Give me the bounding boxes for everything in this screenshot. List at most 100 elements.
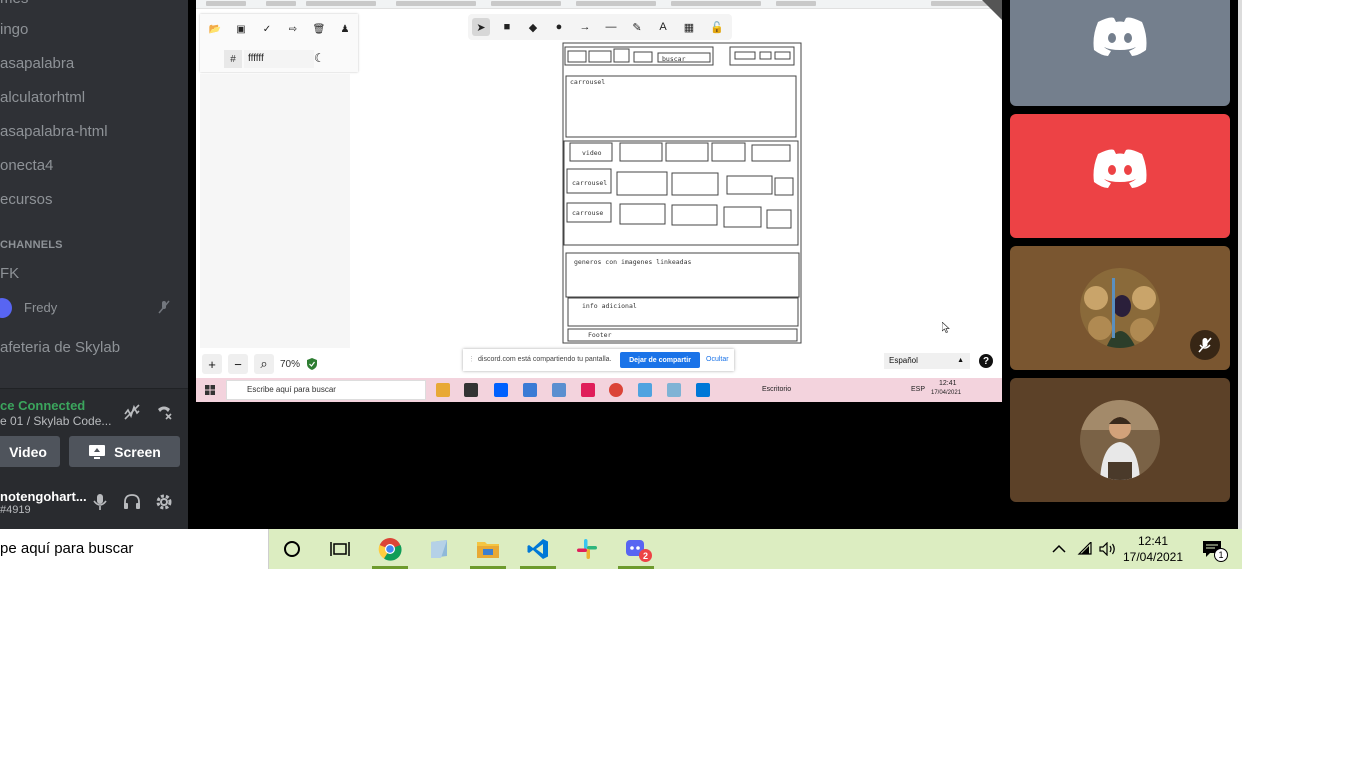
pointer-icon[interactable]: ➤ [472, 18, 490, 36]
language-select[interactable]: Español ▲ [884, 353, 970, 369]
mic-muted-icon [158, 300, 170, 314]
chrome-icon [378, 538, 402, 561]
users-icon[interactable]: ♟ [336, 20, 354, 38]
discord-badge: 2 [639, 549, 652, 562]
pencil-icon[interactable]: ✎ [628, 18, 646, 36]
voice-channel-item[interactable]: afeteria de Skylab [0, 339, 120, 356]
text-icon[interactable]: A [654, 18, 672, 36]
paint-icon [431, 540, 447, 558]
wireframe-drawing[interactable]: buscar carrousel video carrousel carrous… [562, 42, 803, 345]
screen-share-icon [89, 444, 106, 459]
moon-icon[interactable]: ☾ [314, 51, 325, 65]
gear-icon[interactable] [154, 492, 174, 512]
import-icon[interactable]: ⇨ [284, 20, 302, 38]
screen-share-button[interactable]: Screen [69, 436, 180, 467]
vscode-icon [527, 539, 548, 559]
participant-tile[interactable] [1010, 246, 1230, 370]
taskbar-search-text: pe aquí para buscar [0, 540, 134, 557]
slack-taskbar-button[interactable] [563, 529, 611, 569]
remote-lang-label: ESP [911, 386, 926, 393]
line-icon[interactable]: — [602, 18, 620, 36]
speaker-icon [1099, 542, 1115, 556]
video-button[interactable]: Video [0, 436, 60, 467]
network-button[interactable] [1073, 529, 1097, 569]
shared-screen-stream[interactable]: 📂 ▣ ✓ ⇨ 🗑 ♟ # ffffff ☾ ➤ ■ ◆ ● → — ✎ A ▦… [196, 0, 1002, 402]
hide-link[interactable]: Ocultar [706, 356, 729, 363]
wire-video-label: video [582, 149, 602, 157]
wire-search-label: buscar [662, 55, 686, 63]
show-hidden-icons-button[interactable] [1046, 529, 1072, 569]
channel-item[interactable]: alculatorhtml [0, 89, 85, 106]
voice-participant[interactable]: Fredy [0, 296, 188, 320]
clock[interactable]: 12:41 17/04/2021 [1120, 533, 1186, 565]
vscode-taskbar-button[interactable] [514, 529, 562, 569]
shape-toolbar: ➤ ■ ◆ ● → — ✎ A ▦ 🔓 [468, 14, 732, 40]
discord-taskbar-button[interactable]: 2 [612, 529, 660, 569]
drag-handle-icon[interactable]: ⋮ [468, 355, 475, 363]
help-icon[interactable]: ? [979, 354, 993, 368]
participant-tile[interactable] [1010, 378, 1230, 502]
clock-time: 12:41 [1137, 534, 1169, 548]
task-view-button[interactable] [316, 529, 364, 569]
screen-share-notice: ⋮ discord.com está compartiendo tu panta… [463, 349, 734, 371]
channel-partial[interactable]: mes [0, 0, 28, 7]
lock-icon[interactable]: 🔓 [708, 18, 726, 36]
headphones-icon[interactable] [122, 492, 142, 512]
username[interactable]: notengohart... [0, 489, 87, 504]
cortana-button[interactable] [268, 529, 316, 569]
avatar [1080, 268, 1160, 348]
chevron-up-icon [1052, 544, 1066, 553]
participant-tile[interactable] [1010, 114, 1230, 238]
wifi-icon [1077, 542, 1092, 555]
corner-fold-icon [982, 0, 1002, 20]
folder-icon [477, 542, 499, 558]
notification-center-button[interactable]: 1 [1192, 529, 1232, 569]
discord-logo-icon [1093, 17, 1147, 56]
mouse-cursor-icon [942, 322, 950, 333]
export-icon[interactable]: ✓ [258, 20, 276, 38]
ellipse-icon[interactable]: ● [550, 18, 568, 36]
category-header[interactable]: CHANNELS [0, 239, 63, 251]
browser-bookmarks-bar [196, 0, 1002, 9]
volume-button[interactable] [1096, 529, 1120, 569]
slack-icon [577, 539, 597, 559]
noise-suppression-icon[interactable] [122, 402, 142, 422]
arrow-icon[interactable]: → [576, 18, 594, 36]
zoom-level: 70% [280, 359, 301, 370]
channel-item[interactable]: asapalabra [0, 55, 74, 72]
chrome-taskbar-button[interactable] [366, 529, 414, 569]
video-button-label: Video [9, 443, 47, 460]
participant-tile[interactable] [1010, 0, 1230, 106]
open-folder-icon[interactable]: 📂 [206, 20, 224, 38]
avatar [0, 298, 12, 318]
language-value: Español [889, 356, 918, 365]
channel-item[interactable]: asapalabra-html [0, 123, 108, 140]
discord-logo-icon [1093, 149, 1147, 188]
discord-call-window: mes ingo asapalabra alculatorhtml asapal… [0, 0, 1240, 529]
voice-channel-path[interactable]: e 01 / Skylab Code... [0, 414, 111, 428]
channel-item[interactable]: ingo [0, 21, 28, 38]
rectangle-icon[interactable]: ■ [498, 18, 516, 36]
channel-item[interactable]: onecta4 [0, 157, 53, 174]
file-explorer-button[interactable] [464, 529, 512, 569]
paint-taskbar-button[interactable] [415, 529, 463, 569]
channel-item[interactable]: ecursos [0, 191, 53, 208]
hex-input[interactable]: ffffff [244, 50, 314, 68]
zoom-in-button[interactable]: + [202, 354, 222, 374]
voice-channel-item[interactable]: FK [0, 265, 19, 282]
zoom-out-button[interactable]: − [228, 354, 248, 374]
windows-taskbar: pe aquí para buscar 2 12:41 17/04/2021 1 [0, 529, 1242, 569]
color-field[interactable]: # ffffff [204, 50, 314, 68]
trash-icon[interactable]: 🗑 [310, 20, 328, 38]
zoom-reset-icon[interactable]: ⌕ [254, 354, 274, 374]
taskbar-search-box[interactable]: pe aquí para buscar [0, 529, 269, 569]
disconnect-icon[interactable] [154, 402, 174, 422]
task-view-icon [330, 542, 350, 556]
diamond-icon[interactable]: ◆ [524, 18, 542, 36]
library-icon[interactable]: ▦ [680, 18, 698, 36]
microphone-icon[interactable] [90, 492, 110, 512]
stop-sharing-button[interactable]: Dejar de compartir [620, 352, 700, 368]
screen-share-label: Screen [114, 443, 161, 460]
shield-icon [307, 358, 317, 370]
save-icon[interactable]: ▣ [232, 20, 250, 38]
